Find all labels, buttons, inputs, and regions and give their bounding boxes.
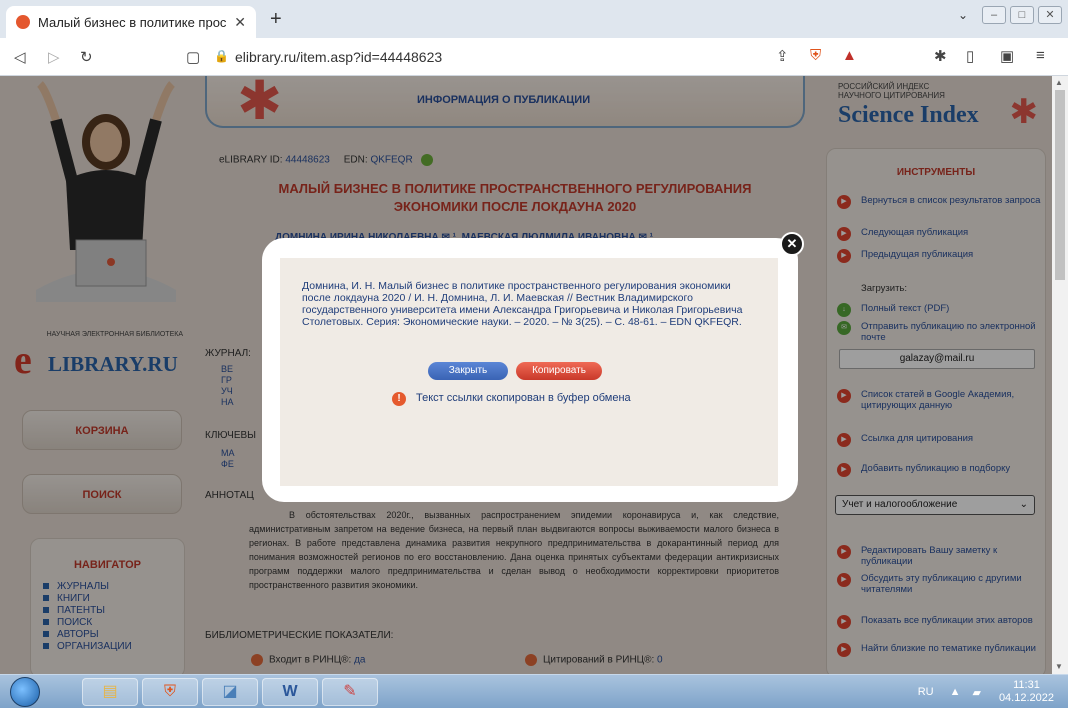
scroll-thumb[interactable] [1055,90,1065,280]
close-window-button[interactable]: ✕ [1038,6,1062,24]
tray-chevron-icon[interactable]: ▲ [950,686,961,698]
tab-close-icon[interactable]: ✕ [234,14,246,31]
url-field[interactable]: elibrary.ru/item.asp?id=44448623 [235,49,442,65]
citation-text: Домнина, И. Н. Малый бизнес в политике п… [302,280,743,328]
citation-dialog: Домнина, И. Н. Малый бизнес в политике п… [262,238,798,502]
brave-shield-icon[interactable]: ⛨ [810,47,821,64]
clock-time: 11:31 [1013,679,1040,691]
page-scrollbar[interactable]: ▲ ▼ [1052,76,1068,674]
windows-taskbar: ▤ ⛨ ◪ W ✎ RU ▲ ▰ 11:31 04.12.2022 [0,674,1068,708]
notes-taskbar-icon[interactable]: ◪ [202,678,258,706]
brave-rewards-icon[interactable]: ▲ [842,47,857,64]
paint-taskbar-icon[interactable]: ✎ [322,678,378,706]
tab-search-chevron-icon[interactable]: ⌄ [958,8,968,22]
back-icon[interactable]: ◁ [14,48,26,66]
copy-status: ! Текст ссылки скопирован в буфер обмена [392,392,631,406]
sidebar-icon[interactable]: ▯ [966,47,974,65]
start-button[interactable] [10,677,40,707]
browser-tab-strip: Малый бизнес в политике простр ✕ + ⌄ – □… [0,0,1068,38]
copy-status-text: Текст ссылки скопирован в буфер обмена [416,392,631,404]
close-dialog-icon[interactable]: ✕ [780,232,804,256]
share-icon[interactable]: ⇪ [776,47,789,65]
minimize-button[interactable]: – [982,6,1006,24]
copy-button[interactable]: Копировать [516,362,602,380]
clock-date: 04.12.2022 [998,692,1054,704]
brave-taskbar-icon[interactable]: ⛨ [142,678,198,706]
bookmark-icon[interactable]: ▢ [186,48,200,66]
info-icon: ! [392,392,406,406]
citation-panel: Домнина, И. Н. Малый бизнес в политике п… [280,258,778,486]
lock-icon: 🔒 [214,49,229,63]
scroll-down-icon[interactable]: ▼ [1055,662,1063,671]
tab-title: Малый бизнес в политике простр [38,14,227,30]
forward-icon[interactable]: ▷ [48,48,60,66]
clock[interactable]: 11:31 04.12.2022 [999,679,1054,705]
scroll-up-icon[interactable]: ▲ [1055,78,1063,87]
address-toolbar: ◁ ▷ ↻ ▢ 🔒 elibrary.ru/item.asp?id=444486… [0,38,1068,76]
new-tab-button[interactable]: + [270,8,282,31]
word-taskbar-icon[interactable]: W [262,678,318,706]
language-indicator[interactable]: RU [918,686,934,698]
maximize-button[interactable]: □ [1010,6,1034,24]
extensions-icon[interactable]: ✱ [934,47,947,65]
window-controls: ⌄ – □ ✕ [958,6,1062,24]
site-favicon-icon [16,15,30,29]
wallet-icon[interactable]: ▣ [1000,47,1014,65]
system-tray: RU ▲ ▰ 11:31 04.12.2022 [918,675,1068,708]
close-button[interactable]: Закрыть [428,362,508,380]
menu-icon[interactable]: ≡ [1036,47,1045,64]
reload-icon[interactable]: ↻ [80,48,93,66]
browser-tab[interactable]: Малый бизнес в политике простр ✕ [6,6,256,38]
network-icon[interactable]: ▰ [972,686,980,699]
explorer-taskbar-icon[interactable]: ▤ [82,678,138,706]
